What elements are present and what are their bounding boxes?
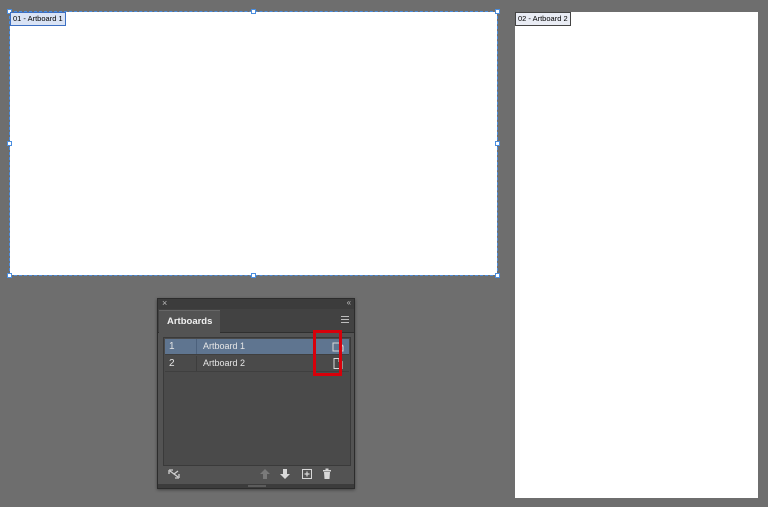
resize-handle-right[interactable] — [495, 141, 500, 146]
resize-handle-bottom-left[interactable] — [7, 273, 12, 278]
artboard-1-label[interactable]: 01 - Artboard 1 — [10, 12, 66, 26]
move-up-icon[interactable] — [259, 468, 271, 480]
resize-handle-bottom-right[interactable] — [495, 273, 500, 278]
resize-handle-bottom[interactable] — [251, 273, 256, 278]
artboard-row-name[interactable]: Artboard 2 — [203, 356, 245, 371]
resize-handle-left[interactable] — [7, 141, 12, 146]
panel-titlebar[interactable]: × ‹‹ — [158, 297, 354, 309]
resize-handle-top-right[interactable] — [495, 9, 500, 14]
artboard-2-label[interactable]: 02 - Artboard 2 — [515, 12, 571, 26]
collapse-icon[interactable]: ‹‹ — [347, 297, 351, 309]
panel-footer — [158, 466, 354, 484]
artboard-row-number: 1 — [169, 341, 175, 352]
artboards-panel: × ‹‹ Artboards 1 Artboard 1 2 Artboard 2 — [157, 298, 355, 489]
artboard-row-name[interactable]: Artboard 1 — [203, 339, 245, 354]
delete-icon[interactable] — [321, 468, 333, 480]
highlight-annotation-box — [313, 330, 342, 376]
panel-resize-grip[interactable] — [158, 484, 354, 488]
resize-handle-top[interactable] — [251, 9, 256, 14]
artboard-2[interactable]: 02 - Artboard 2 — [515, 12, 758, 498]
panel-menu-icon[interactable] — [341, 316, 349, 323]
move-down-icon[interactable] — [279, 468, 291, 480]
artboard-row-number: 2 — [169, 358, 175, 369]
tab-artboards[interactable]: Artboards — [159, 310, 221, 333]
close-icon[interactable]: × — [162, 297, 167, 309]
artboard-1[interactable]: 01 - Artboard 1 — [7, 9, 500, 278]
rearrange-icon[interactable] — [168, 468, 180, 480]
artboard-selection-border — [9, 11, 498, 276]
new-artboard-icon[interactable] — [301, 468, 313, 480]
